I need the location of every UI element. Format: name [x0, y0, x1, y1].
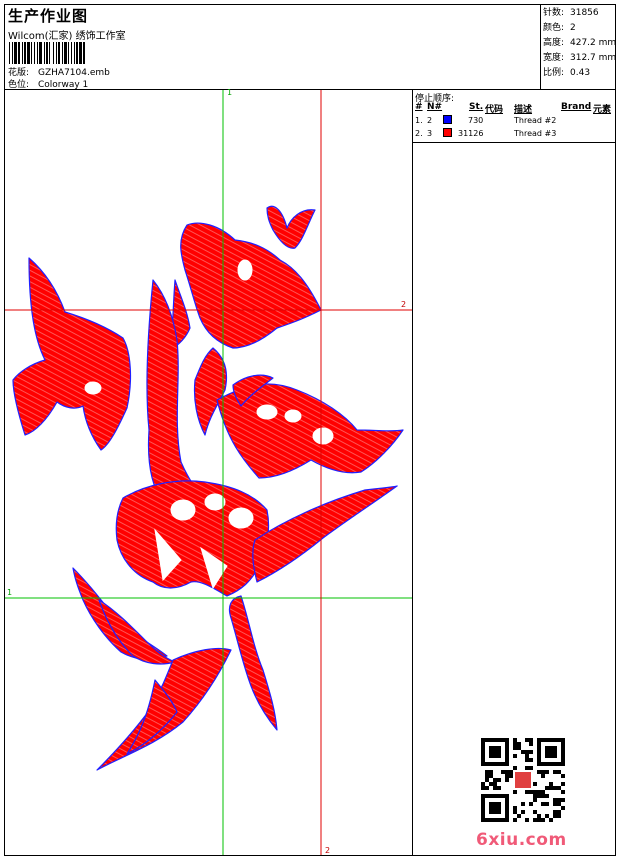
row-1-desc: Thread #2: [514, 116, 557, 125]
col-brand: Brand: [561, 102, 592, 112]
highlight-dot: [204, 493, 226, 511]
col-n: N#: [427, 102, 443, 112]
watermark-logo: 6xiu.com: [476, 830, 567, 850]
top-bud-tip: [266, 205, 316, 249]
design-canvas: 1 1 2 2: [5, 88, 412, 855]
left-leaf: [12, 257, 132, 451]
design-stats: 针数: 31856 颜色: 2 高度: 427.2 mm 宽度: 312.7 mm 比例…: [543, 6, 616, 81]
guide-label-green-left: 1: [7, 588, 13, 597]
stop-sequence-panel: 停止顺序: # N# St. 代码 描述 Brand 元素 1. 2 730 T…: [413, 90, 615, 142]
barcode: [9, 42, 85, 64]
panel-divider: [412, 90, 413, 855]
qr-code: [481, 738, 565, 822]
col-desc: 描述: [514, 105, 533, 115]
row-1-index: 1.: [415, 116, 423, 125]
row-2-code: 31126: [458, 129, 484, 138]
highlight-dot: [312, 427, 334, 445]
stat-stitches: 针数: 31856: [543, 8, 599, 18]
lower-flower: [115, 480, 270, 597]
col-index: #: [415, 102, 423, 112]
highlight-dot: [237, 259, 253, 281]
lower-right-leaf: [252, 485, 398, 583]
stat-height: 高度: 427.2 mm: [543, 38, 617, 48]
col-element: 元素: [593, 105, 612, 115]
row-2-index: 2.: [415, 129, 423, 138]
stat-width: 宽度: 312.7 mm: [543, 53, 617, 63]
panel-bottom-rule: [413, 142, 615, 143]
bottom-stem: [228, 595, 278, 731]
stem-curl: [193, 347, 228, 436]
row-1-n: 2: [427, 116, 433, 125]
header-divider: [540, 5, 541, 89]
highlight-dot: [84, 381, 102, 395]
highlight-dot: [284, 409, 302, 423]
row-2-color-swatch: [443, 128, 452, 137]
col-st: St.: [469, 102, 484, 112]
col-code: 代码: [485, 105, 504, 115]
guide-label-red-right: 2: [401, 300, 407, 309]
row-2-n: 3: [427, 129, 433, 138]
guide-label-red-bottom: 2: [325, 846, 331, 855]
highlight-dot: [228, 507, 254, 529]
row-2-desc: Thread #3: [514, 129, 557, 138]
embroidery-design: [5, 90, 412, 855]
row-1-color-swatch: [443, 115, 452, 124]
stat-colors: 颜色: 2: [543, 23, 576, 33]
company-name: Wilcom(汇家) 绣饰工作室: [8, 31, 126, 42]
guide-label-green-top: 1: [227, 88, 233, 97]
stat-scale: 比例: 0.43: [543, 68, 591, 78]
sheet-title: 生产作业图: [8, 7, 89, 25]
highlight-dot: [256, 404, 278, 420]
row-1-code: 730: [468, 116, 484, 125]
highlight-dot: [170, 499, 196, 521]
header-left: 生产作业图 Wilcom(汇家) 绣饰工作室 花版: GZHA7104.emb 色…: [5, 5, 540, 90]
